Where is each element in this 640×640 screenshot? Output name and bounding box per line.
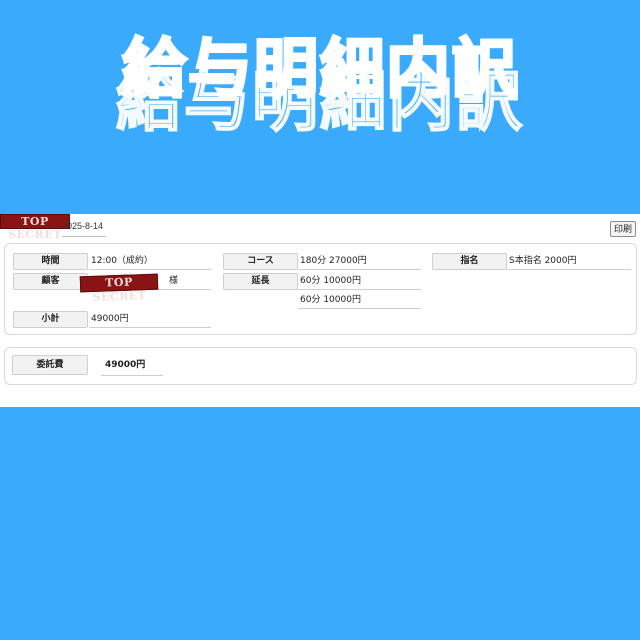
time-label: 時間 [13,253,88,270]
extension-value-1: 60分 10000円 [298,272,421,290]
subtotal-label: 小計 [13,311,88,328]
course-value: 180分 27000円 [298,252,421,270]
header-row: TOP SECRET 2025-8-14 印刷 [0,214,640,241]
nomination-value: S本指名 2000円 [507,252,631,270]
fee-card: 委託費 49000円 [4,347,637,385]
headline: 給与明細内訳 給与明細内訳 [0,0,640,142]
date-underline [62,236,106,237]
page-title: 給与明細内訳 [121,32,518,109]
nomination-label: 指名 [432,253,507,270]
course-label: コース [223,253,298,270]
customer-label: 顧客 [13,273,88,290]
fee-value: 49000円 [101,355,163,376]
date-text: 2025-8-14 [62,221,104,231]
extension-label: 延長 [223,273,298,290]
subtotal-value: 49000円 [89,310,211,328]
top-secret-redaction-stamp: TOP SECRET [79,273,159,304]
print-button[interactable]: 印刷 [610,221,636,237]
extension-value-2: 60分 10000円 [298,291,421,309]
time-value: 12:00（成約） [89,252,211,270]
payslip-panel: TOP SECRET 2025-8-14 印刷 時間 12:00（成約） 顧客 … [0,214,640,407]
fee-label: 委託費 [12,355,88,375]
top-secret-stamp: TOP SECRET [0,214,70,241]
customer-suffix: 様 [169,276,179,286]
